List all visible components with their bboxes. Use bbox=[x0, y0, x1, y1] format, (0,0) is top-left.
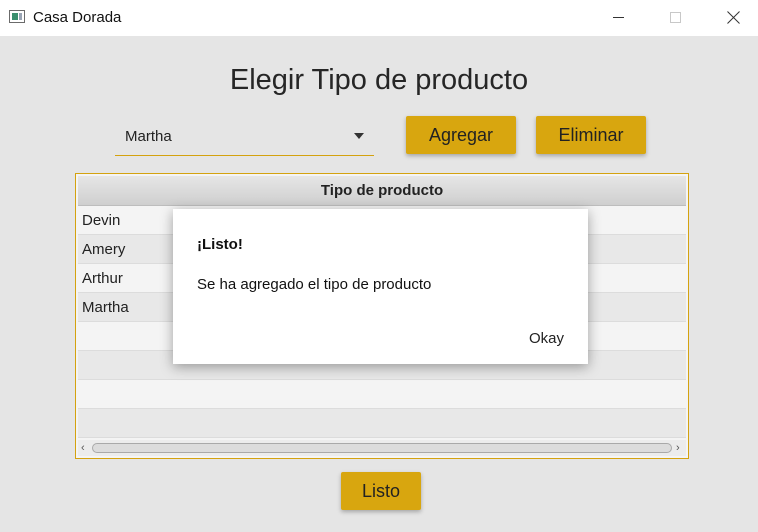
close-button[interactable] bbox=[710, 0, 756, 36]
maximize-icon bbox=[670, 12, 681, 23]
product-type-combobox[interactable]: Martha bbox=[115, 118, 374, 156]
minimize-icon bbox=[613, 17, 624, 18]
window-title: Casa Dorada bbox=[33, 9, 122, 26]
combobox-value: Martha bbox=[125, 128, 172, 145]
app-window-icon bbox=[9, 10, 25, 23]
title-bar: Casa Dorada bbox=[0, 0, 758, 36]
chevron-down-icon[interactable] bbox=[354, 133, 364, 139]
page-title: Elegir Tipo de producto bbox=[229, 64, 529, 96]
dialog-message: Se ha agregado el tipo de producto bbox=[197, 276, 432, 293]
horizontal-scrollbar[interactable]: ‹ › bbox=[78, 440, 686, 456]
scrollbar-thumb[interactable] bbox=[92, 443, 672, 453]
table-row[interactable] bbox=[78, 380, 686, 409]
eliminar-button[interactable]: Eliminar bbox=[536, 116, 646, 154]
maximize-button[interactable] bbox=[652, 0, 698, 36]
agregar-button[interactable]: Agregar bbox=[406, 116, 516, 154]
table-row[interactable] bbox=[78, 409, 686, 438]
listo-button[interactable]: Listo bbox=[341, 472, 421, 510]
dialog-title: ¡Listo! bbox=[197, 236, 243, 253]
close-icon bbox=[727, 11, 740, 24]
confirmation-dialog: ¡Listo! Se ha agregado el tipo de produc… bbox=[173, 209, 588, 364]
scroll-right-icon[interactable]: › bbox=[676, 443, 686, 454]
scroll-left-icon[interactable]: ‹ bbox=[81, 443, 91, 454]
minimize-button[interactable] bbox=[596, 0, 642, 36]
okay-button[interactable]: Okay bbox=[529, 330, 564, 347]
column-header-tipo-producto[interactable]: Tipo de producto bbox=[78, 176, 686, 206]
